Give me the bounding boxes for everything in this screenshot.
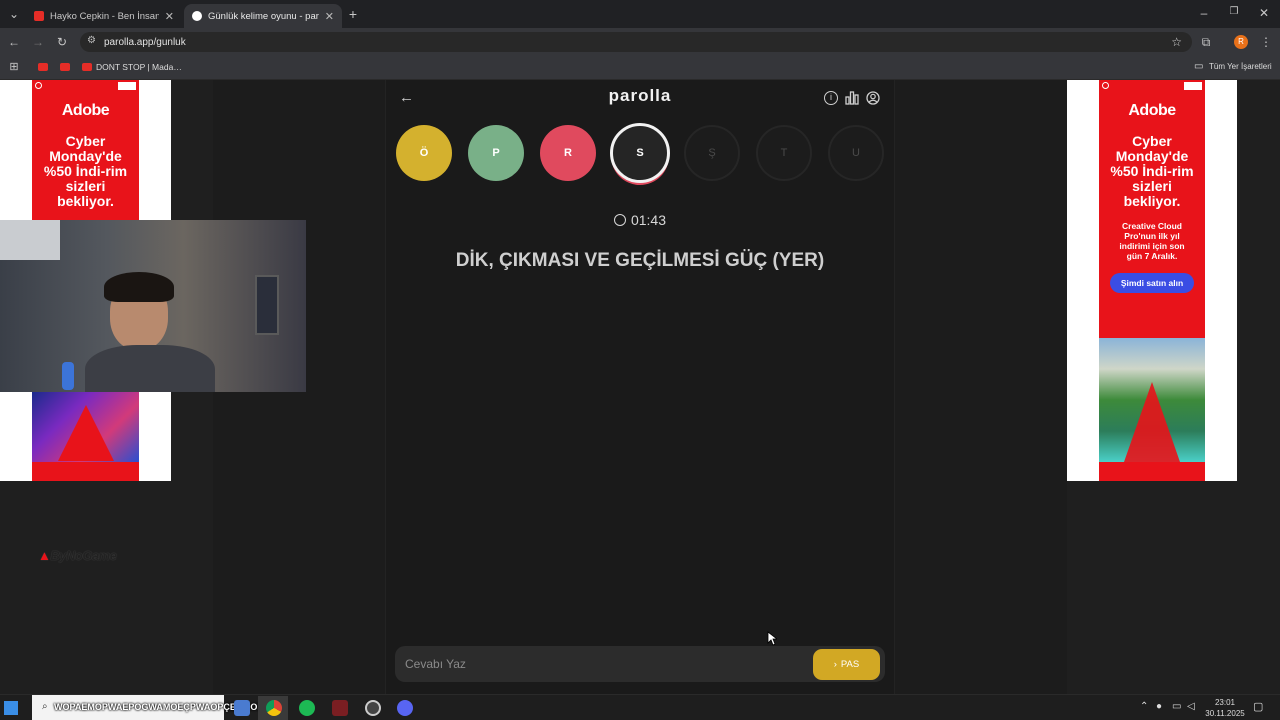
letter-char: U xyxy=(852,147,860,159)
letter-circle: Ş xyxy=(684,125,740,181)
youtube-bookmark-icon[interactable] xyxy=(38,63,48,71)
letter-char: S xyxy=(636,147,644,159)
parolla-favicon-icon xyxy=(192,11,202,21)
minimize-icon[interactable]: – xyxy=(1196,6,1212,20)
youtube-bookmark-icon xyxy=(82,63,92,71)
tab-youtube[interactable]: Hayko Cepkin - Ben İnsan Değ… ✕ xyxy=(26,4,182,28)
letter-circle: U xyxy=(828,125,884,181)
bookmark-dont-stop[interactable]: DONT STOP | Mada… xyxy=(96,62,182,72)
tab-search-icon[interactable]: ⌄ xyxy=(6,7,22,21)
stats-icon[interactable] xyxy=(845,91,859,105)
clock-date: 30.11.2025 xyxy=(1205,709,1245,718)
left-ad-footer xyxy=(32,462,139,481)
app-logo: parolla xyxy=(608,86,672,105)
letter-char: P xyxy=(492,147,500,159)
ad-info-icon[interactable] xyxy=(35,82,42,89)
ad-close-icon[interactable] xyxy=(118,82,136,90)
youtube-favicon-icon xyxy=(34,11,44,21)
timer: 01:43 xyxy=(560,212,720,228)
apps-grid-icon[interactable]: ⊞ xyxy=(6,60,22,73)
youtube-bookmark-icon[interactable] xyxy=(60,63,70,71)
ad-brand: Adobe xyxy=(61,102,110,119)
letter-char: R xyxy=(564,147,572,159)
url-text: parolla.app/gunluk xyxy=(104,36,186,48)
flame-icon: ▲ xyxy=(38,548,51,563)
webcam-overlay xyxy=(0,220,306,392)
browser-tab-bar: ⌄ Hayko Cepkin - Ben İnsan Değ… ✕ Günlük… xyxy=(0,0,1280,28)
adobe-logo-icon xyxy=(1124,382,1180,462)
ad-close-icon[interactable] xyxy=(1184,82,1202,90)
letter-char: Ş xyxy=(708,147,716,159)
webcam-hair xyxy=(104,272,174,302)
all-bookmarks-link[interactable]: Tüm Yer İşaretleri xyxy=(1209,62,1272,71)
letter-circle: T xyxy=(756,125,812,181)
close-tab-icon[interactable]: ✕ xyxy=(165,10,174,23)
webcam-shirt xyxy=(85,345,215,392)
answer-input[interactable] xyxy=(405,654,800,674)
pass-button[interactable]: › PAS xyxy=(813,649,880,680)
spotify-icon[interactable] xyxy=(299,700,315,716)
system-clock[interactable]: 23:01 30.11.2025 xyxy=(1204,697,1246,719)
profile-avatar[interactable]: R xyxy=(1234,35,1248,49)
watermark-text: ByNoGame xyxy=(50,548,117,563)
letter-circle: P xyxy=(468,125,524,181)
pass-label: PAS xyxy=(840,659,860,670)
ad-headline: Cyber Monday'de %50 İndi-rim sizleri bek… xyxy=(43,133,128,209)
tab-parolla[interactable]: Günlük kelime oyunu - parolla ✕ xyxy=(184,4,342,28)
volume-icon[interactable]: ◁ xyxy=(1187,701,1195,712)
close-tab-icon[interactable]: ✕ xyxy=(325,10,334,23)
tray-chevron-icon[interactable]: ⌃ xyxy=(1140,701,1148,712)
mouse-cursor-icon xyxy=(767,631,777,646)
app-icon[interactable] xyxy=(332,700,348,716)
webcam-ac-unit xyxy=(0,220,60,260)
webcam-speaker xyxy=(62,362,74,390)
ad-brand: Adobe xyxy=(1128,102,1176,119)
reload-icon[interactable]: ↻ xyxy=(54,35,70,49)
letter-char: Ö xyxy=(419,147,429,159)
webcam-poster xyxy=(255,275,279,335)
ad-headline: Cyber Monday'de %50 İndi-rim sizleri bek… xyxy=(1110,133,1194,209)
microphone-icon[interactable]: ● xyxy=(1156,701,1162,712)
letter-circle: R xyxy=(540,125,596,181)
bynogame-watermark: ▲ByNoGame xyxy=(38,548,117,563)
ad-cta-button[interactable]: Şimdi satın alın xyxy=(1109,273,1195,293)
ad-info-icon[interactable] xyxy=(1102,82,1109,89)
extensions-icon[interactable]: ⧉ xyxy=(1198,35,1214,50)
question-text: DİK, ÇIKMASI VE GEÇİLMESİ GÜÇ (YER) xyxy=(455,250,825,271)
discord-icon[interactable] xyxy=(397,700,413,716)
search-icon: ⌕ xyxy=(42,701,48,712)
clock-time: 23:01 xyxy=(1214,698,1236,707)
ad-subtext: Creative Cloud Pro'nun ilk yıl indirimi … xyxy=(1119,221,1185,261)
letter-circle: Ö xyxy=(396,125,452,181)
letter-circle-current: S xyxy=(610,123,670,183)
address-bar[interactable]: ⚙ parolla.app/gunluk ☆ xyxy=(80,32,1192,52)
file-explorer-icon[interactable] xyxy=(234,700,250,716)
tab-title: Hayko Cepkin - Ben İnsan Değ… xyxy=(50,10,159,22)
obs-icon[interactable] xyxy=(365,700,381,716)
user-profile-icon[interactable] xyxy=(866,91,880,105)
bookmarks-bar: ⊞ DONT STOP | Mada… ▭ Tüm Yer İşaretleri xyxy=(0,56,1280,80)
chrome-icon[interactable] xyxy=(266,700,282,716)
close-window-icon[interactable]: ✕ xyxy=(1256,6,1272,20)
bookmark-star-icon[interactable]: ☆ xyxy=(1171,35,1182,49)
new-tab-icon[interactable]: + xyxy=(345,6,361,22)
menu-dots-icon[interactable]: ⋮ xyxy=(1258,35,1274,49)
notifications-icon[interactable]: ▢ xyxy=(1253,700,1263,713)
letter-char: T xyxy=(780,147,788,159)
tab-title: Günlük kelime oyunu - parolla xyxy=(208,10,319,22)
info-icon[interactable]: i xyxy=(824,91,838,105)
back-arrow-icon[interactable]: ← xyxy=(399,89,414,106)
windows-start-icon[interactable] xyxy=(4,701,18,715)
forward-icon[interactable]: → xyxy=(30,35,46,49)
back-icon[interactable]: ← xyxy=(6,35,22,49)
site-info-icon[interactable]: ⚙ xyxy=(87,35,96,46)
clock-icon xyxy=(613,214,626,226)
folder-icon: ▭ xyxy=(1194,61,1204,72)
restore-icon[interactable]: ❐ xyxy=(1226,6,1242,17)
chevron-right-icon: › xyxy=(833,659,837,670)
taskbar: ⌕ WOPAEMOPWAEPOGWAMOEÇPWAOPÇEWAOPÇö ⌃ ● … xyxy=(0,694,1280,720)
network-icon[interactable]: ▭ xyxy=(1172,701,1181,712)
adobe-logo-icon xyxy=(58,405,114,461)
timer-value: 01:43 xyxy=(630,212,667,228)
